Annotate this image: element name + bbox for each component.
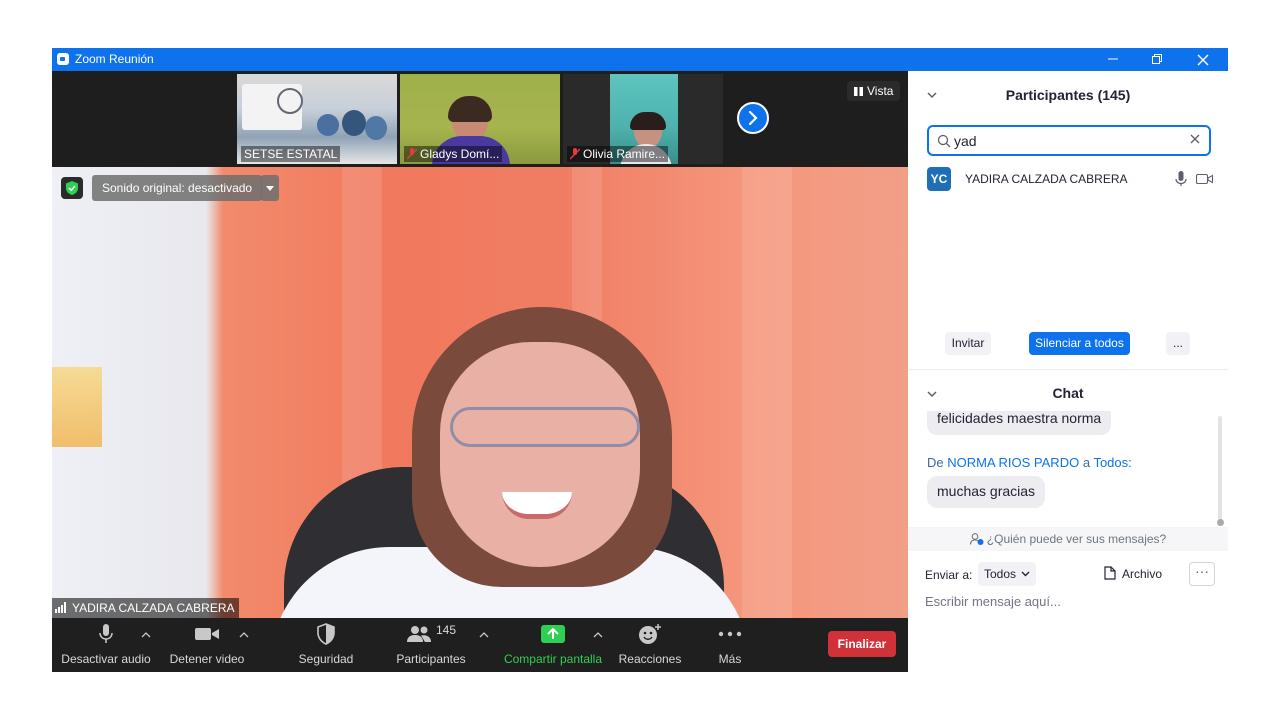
participants-icon <box>406 626 431 642</box>
mute-audio-button[interactable]: Desactivar audio <box>60 622 152 668</box>
security-button[interactable]: Seguridad <box>292 622 360 668</box>
meeting-area: SETSE ESTATAL Gladys Domí... Olivia Rami… <box>52 71 908 672</box>
active-speaker-video: Sonido original: desactivado YADIRA CALZ… <box>52 167 908 618</box>
chat-sender-line: De NORMA RIOS PARDO a Todos: <box>927 455 1132 470</box>
chevron-up-icon[interactable] <box>239 631 249 639</box>
stop-video-button[interactable]: Detener video <box>162 622 252 668</box>
thumbnail-name: SETSE ESTATAL <box>241 146 341 162</box>
chat-title: Chat <box>1052 385 1084 401</box>
chat-message-input[interactable] <box>925 594 1205 609</box>
recipient-link[interactable]: Todos: <box>1093 455 1131 470</box>
share-screen-button[interactable]: Compartir pantalla <box>502 622 604 668</box>
chat-message: felicidades maestra norma <box>927 411 1112 435</box>
chat-scrollbar[interactable] <box>1217 416 1224 526</box>
participants-button[interactable]: 145 Participantes <box>392 622 470 668</box>
zoom-window: Zoom Reunión SETSE ESTATAL Gladys Domí..… <box>52 48 1228 672</box>
chevron-up-icon[interactable] <box>479 631 489 639</box>
search-value: yad <box>954 133 977 149</box>
thumbnail-strip: SETSE ESTATAL Gladys Domí... Olivia Rami… <box>52 71 908 167</box>
video-camera-icon[interactable] <box>1196 173 1213 185</box>
zoom-app-icon <box>57 53 69 65</box>
thumbnail-name: Olivia Ramire... <box>567 146 669 162</box>
encryption-shield-icon[interactable] <box>61 177 83 199</box>
window-title: Zoom Reunión <box>75 52 154 66</box>
chat-more-button[interactable]: ··· <box>1189 562 1215 586</box>
minimize-button[interactable] <box>1090 48 1136 71</box>
restore-button[interactable] <box>1134 48 1180 71</box>
thumbnail-video[interactable]: Gladys Domí... <box>400 74 560 164</box>
participant-row[interactable]: YC YADIRA CALZADA CABRERA <box>927 167 1227 191</box>
chevron-right-icon <box>748 110 758 126</box>
search-icon <box>937 134 951 148</box>
muted-mic-icon <box>406 148 418 160</box>
view-button[interactable]: Vista <box>847 81 901 101</box>
grid-icon <box>854 87 863 96</box>
original-sound-button[interactable]: Sonido original: desactivado <box>92 175 263 201</box>
avatar: YC <box>927 167 951 191</box>
speaker-name-tag: YADIRA CALZADA CABRERA <box>52 598 239 618</box>
clear-search-icon[interactable] <box>1189 133 1201 145</box>
send-to-label: Enviar a: <box>925 568 973 582</box>
end-meeting-button[interactable]: Finalizar <box>828 631 896 657</box>
participant-name: YADIRA CALZADA CABRERA <box>965 172 1128 186</box>
share-screen-icon <box>541 625 565 643</box>
title-bar: Zoom Reunión <box>52 48 1228 71</box>
thumbnail-name: Gladys Domí... <box>404 146 503 162</box>
person-info-icon <box>969 533 984 545</box>
side-panel: Participantes (145) yad YC YADIRA CALZAD… <box>908 71 1228 672</box>
participant-search-input[interactable]: yad <box>927 125 1211 156</box>
meeting-toolbar: Desactivar audio Detener video Seguridad… <box>52 618 908 672</box>
chat-messages: felicidades maestra norma De NORMA RIOS … <box>908 411 1228 526</box>
chevron-down-icon <box>1021 571 1030 577</box>
more-options-button[interactable]: ... <box>1166 332 1190 355</box>
minimize-icon <box>1108 58 1118 60</box>
thumbnail-video[interactable]: SETSE ESTATAL <box>237 74 397 164</box>
mute-all-button[interactable]: Silenciar a todos <box>1029 332 1130 355</box>
restore-icon <box>1152 54 1162 64</box>
file-button[interactable]: Archivo <box>1104 566 1162 581</box>
smiley-plus-icon <box>639 624 661 644</box>
participants-count: 145 <box>435 623 457 637</box>
close-button[interactable] <box>1180 48 1226 71</box>
video-camera-icon <box>195 628 219 640</box>
participants-title: Participantes (145) <box>1005 87 1131 103</box>
panel-divider <box>908 369 1228 370</box>
who-can-see-messages-link[interactable]: ¿Quién puede ver sus mensajes? <box>908 527 1228 551</box>
recipient-select[interactable]: Todos <box>978 562 1037 586</box>
microphone-icon[interactable] <box>1175 171 1187 187</box>
original-sound-menu-caret[interactable] <box>261 175 279 201</box>
file-icon <box>1104 566 1116 580</box>
chevron-up-icon[interactable] <box>141 631 151 639</box>
microphone-icon <box>99 624 113 643</box>
muted-mic-icon <box>569 148 581 160</box>
close-icon <box>1197 54 1209 66</box>
next-page-button[interactable] <box>737 102 769 134</box>
shield-icon <box>317 623 335 645</box>
reactions-button[interactable]: Reacciones <box>614 622 686 668</box>
thumbnail-video[interactable]: Olivia Ramire... <box>563 74 723 164</box>
chevron-up-icon[interactable] <box>593 631 603 639</box>
signal-bars-icon <box>55 602 69 613</box>
more-button[interactable]: Más <box>704 622 756 668</box>
ellipsis-icon <box>718 631 742 637</box>
sender-name-link[interactable]: NORMA RIOS PARDO <box>947 455 1079 470</box>
invite-button[interactable]: Invitar <box>945 332 991 355</box>
chat-message: muchas gracias <box>927 476 1046 508</box>
